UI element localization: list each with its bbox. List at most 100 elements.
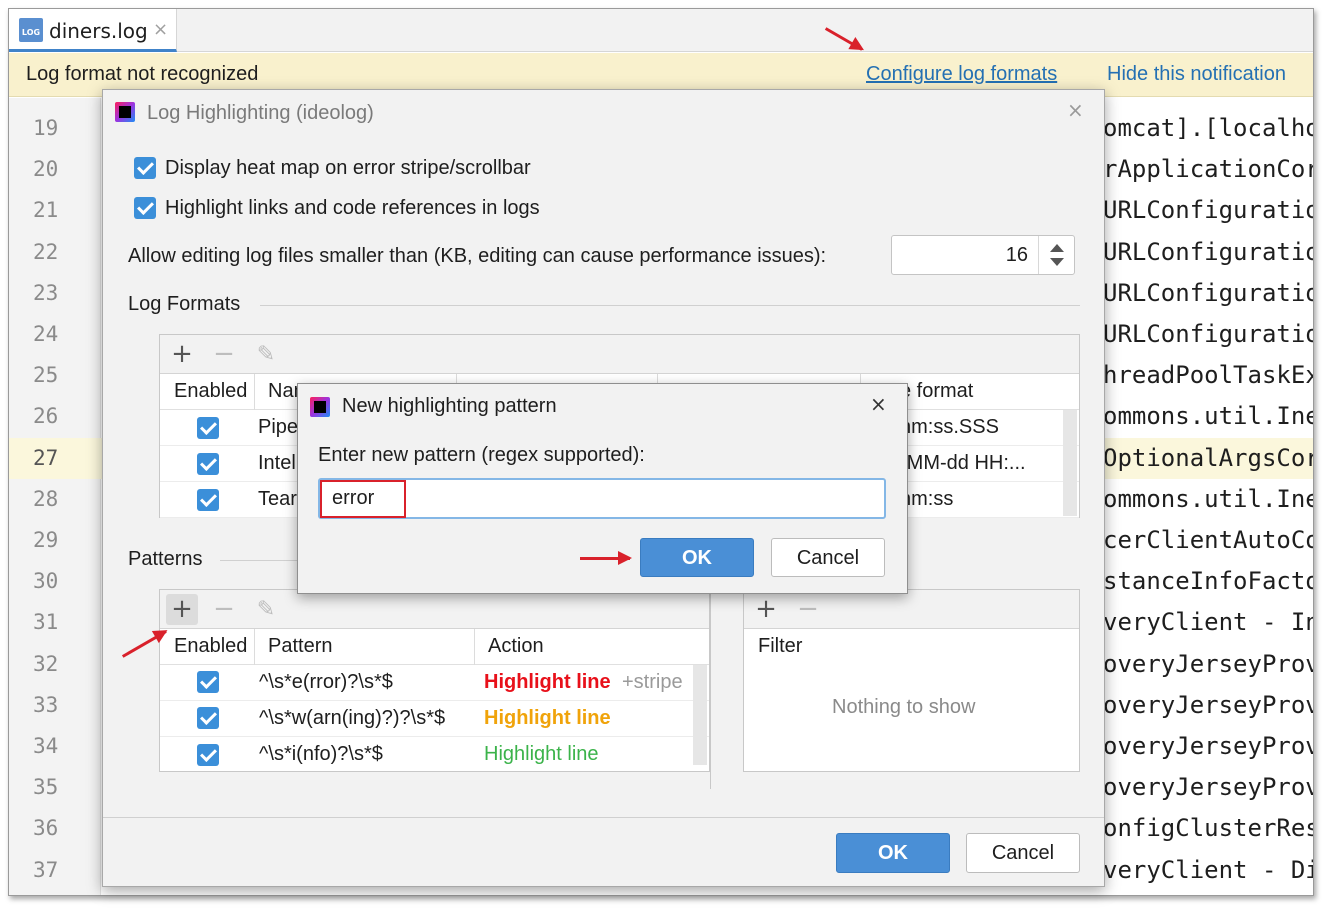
heatmap-checkbox[interactable]	[134, 157, 156, 179]
add-pattern-icon[interactable]: +	[166, 594, 198, 625]
code-line: OptionalArgsCor	[1103, 443, 1314, 472]
close-icon[interactable]: ×	[870, 392, 887, 416]
line-number: 37	[33, 857, 59, 882]
line-number: 19	[33, 116, 59, 140]
col-time-format[interactable]: e format	[900, 380, 973, 403]
code-line: veryClient - Di	[1103, 855, 1314, 884]
filters-table: + − Filter Nothing to show	[743, 589, 1080, 772]
highlight-links-label: Highlight links and code references in l…	[165, 197, 540, 219]
format-time: -MM-dd HH:...	[900, 452, 1026, 474]
row-enabled-checkbox[interactable]	[197, 744, 219, 766]
code-line: overyJerseyProv	[1103, 690, 1314, 719]
dialog-title: Log Highlighting (ideolog)	[147, 102, 374, 124]
format-name: Intel	[258, 452, 296, 474]
remove-icon[interactable]: −	[208, 594, 240, 625]
format-time: nm:ss.SSS	[900, 416, 999, 438]
col-action[interactable]: Action	[488, 635, 544, 658]
remove-icon[interactable]: −	[792, 594, 824, 625]
intellij-app-icon	[115, 102, 135, 122]
edit-limit-label: Allow editing log files smaller than (KB…	[128, 245, 827, 267]
pattern-action: Highlight line	[484, 707, 611, 729]
col-filter[interactable]: Filter	[758, 635, 802, 658]
split-divider[interactable]	[710, 589, 711, 789]
cancel-button[interactable]: Cancel	[771, 538, 885, 577]
row-enabled-checkbox[interactable]	[197, 453, 219, 475]
line-number: 25	[33, 363, 59, 388]
log-formats-separator	[260, 305, 1080, 306]
table-row[interactable]: ^\s*i(nfo)?\s*$ Highlight line	[160, 737, 709, 773]
pattern-action: Highlight line	[484, 671, 611, 693]
pattern-regex: ^\s*e(rror)?\s*$	[259, 671, 393, 693]
ok-button[interactable]: OK	[836, 833, 950, 873]
row-enabled-checkbox[interactable]	[197, 671, 219, 693]
pattern-regex: ^\s*i(nfo)?\s*$	[259, 743, 383, 765]
line-number: 34	[33, 734, 59, 758]
format-time: nm:ss	[900, 488, 954, 510]
code-line: ommons.util.Ine	[1103, 402, 1314, 431]
formats-scrollbar[interactable]	[1063, 410, 1077, 516]
spinner-up-icon[interactable]	[1050, 244, 1064, 252]
code-line: overyJerseyProv	[1103, 773, 1314, 802]
code-line: URLConfiguratio	[1103, 237, 1314, 266]
code-line: rApplicationCor	[1103, 155, 1314, 184]
row-enabled-checkbox[interactable]	[197, 707, 219, 729]
heatmap-label: Display heat map on error stripe/scrollb…	[165, 157, 531, 179]
col-enabled[interactable]: Enabled	[174, 380, 247, 403]
code-line: URLConfiguratio	[1103, 320, 1314, 348]
line-number: 29	[33, 528, 59, 552]
filters-toolbar: + −	[744, 590, 1079, 629]
code-line: hreadPoolTaskEx	[1103, 361, 1314, 390]
code-line: omcat].[localho	[1103, 114, 1314, 142]
spinner-down-icon[interactable]	[1050, 258, 1064, 266]
log-formats-toolbar: + − ✎	[160, 335, 1079, 374]
code-line: veryClient - In	[1103, 608, 1314, 637]
ok-button[interactable]: OK	[640, 538, 754, 577]
add-icon[interactable]: +	[166, 339, 198, 370]
edit-icon[interactable]: ✎	[250, 339, 282, 370]
patterns-header: Enabled Pattern Action	[160, 629, 709, 665]
hide-notification-link[interactable]: Hide this notification	[1107, 63, 1286, 86]
patterns-heading: Patterns	[128, 548, 203, 570]
cancel-button[interactable]: Cancel	[966, 833, 1080, 873]
close-icon[interactable]: ×	[1067, 98, 1084, 122]
line-number: 23	[33, 280, 59, 305]
pattern-input[interactable]	[318, 478, 886, 519]
format-name: Tear	[258, 488, 297, 510]
intellij-app-icon	[310, 397, 330, 417]
code-line: stanceInfoFacto	[1103, 567, 1314, 596]
configure-log-formats-link[interactable]: Configure log formats	[866, 63, 1057, 86]
table-row[interactable]: ^\s*w(arn(ing)?)?\s*$ Highlight line	[160, 701, 709, 737]
patterns-toolbar: + − ✎	[160, 590, 709, 629]
column-divider	[474, 629, 475, 665]
code-line: ommons.util.Ine	[1103, 484, 1314, 513]
pattern-prompt: Enter new pattern (regex supported):	[318, 444, 645, 466]
col-enabled[interactable]: Enabled	[174, 635, 247, 658]
line-number: 30	[33, 569, 59, 594]
new-pattern-dialog: New highlighting pattern × Enter new pat…	[297, 383, 908, 594]
tab-title: diners.log	[49, 19, 148, 43]
col-pattern[interactable]: Pattern	[268, 635, 332, 658]
pattern-regex: ^\s*w(arn(ing)?)?\s*$	[259, 707, 446, 729]
line-number: 21	[33, 198, 59, 223]
patterns-scrollbar[interactable]	[693, 665, 707, 765]
code-line: cerClientAutoCo	[1103, 526, 1314, 554]
edit-icon[interactable]: ✎	[250, 594, 282, 625]
table-row[interactable]: ^\s*e(rror)?\s*$ Highlight line +stripe	[160, 665, 709, 701]
column-divider	[254, 629, 255, 665]
spinner-arrows[interactable]	[1038, 236, 1074, 274]
edit-limit-spinner[interactable]: 16	[891, 235, 1075, 275]
add-filter-icon[interactable]: +	[750, 594, 782, 625]
line-number: 20	[33, 157, 59, 182]
format-name: Pipe	[258, 416, 299, 438]
log-file-icon: LOG	[19, 18, 43, 42]
editor-tab-diners-log[interactable]: LOG diners.log ×	[9, 9, 177, 52]
remove-icon[interactable]: −	[208, 339, 240, 370]
row-enabled-checkbox[interactable]	[197, 417, 219, 439]
patterns-table: + − ✎ Enabled Pattern Action ^\s*e(rror)…	[159, 589, 710, 772]
row-enabled-checkbox[interactable]	[197, 489, 219, 511]
line-number: 32	[33, 651, 59, 676]
highlight-links-checkbox[interactable]	[134, 197, 156, 219]
close-icon[interactable]: ×	[153, 19, 168, 40]
column-divider	[254, 374, 255, 410]
line-number: 31	[33, 610, 59, 635]
